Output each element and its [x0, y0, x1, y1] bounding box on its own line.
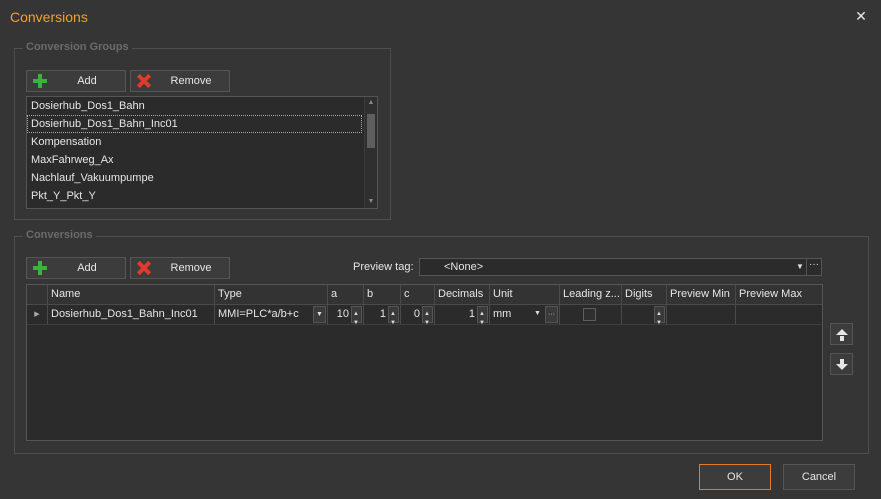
move-down-button[interactable]	[830, 353, 853, 375]
dialog-title: Conversions	[10, 9, 88, 25]
scroll-thumb[interactable]	[367, 114, 375, 148]
cell-type[interactable]: MMI=PLC*a/b+c ▼	[215, 305, 328, 325]
conversion-groups-title: Conversion Groups	[23, 41, 132, 53]
column-header-leading-zeros[interactable]: Leading z...	[560, 285, 622, 305]
cell-c-value: 0	[413, 308, 420, 320]
list-item[interactable]: Dosierhub_Dos1_Bahn_Inc01	[27, 115, 362, 133]
chevron-down-icon[interactable]: ▼	[531, 306, 544, 323]
cell-c[interactable]: 0	[401, 305, 435, 325]
arrow-down-icon	[831, 354, 852, 374]
cell-leading-zeros[interactable]	[560, 305, 622, 325]
preview-tag-label: Preview tag:	[353, 261, 414, 273]
list-item[interactable]: Pkt_Y_Pkt_Y	[27, 187, 377, 205]
remove-conversion-button[interactable]: Remove	[130, 257, 230, 279]
cell-preview-max[interactable]	[736, 305, 822, 325]
remove-x-icon	[135, 260, 153, 276]
preview-tag-combo[interactable]: <None> ▼ ···	[419, 258, 822, 276]
cell-a-value: 10	[336, 308, 349, 320]
column-header-type[interactable]: Type	[215, 285, 328, 305]
ellipsis-icon[interactable]: ···	[545, 306, 558, 323]
chevron-down-icon[interactable]: ▼	[794, 259, 806, 275]
chevron-down-icon[interactable]: ▼	[313, 306, 326, 323]
spinner-icon[interactable]	[388, 305, 399, 324]
cell-unit[interactable]: mm ▼ ···	[490, 305, 560, 325]
conversions-dialog: Conversions ✕ Conversion Groups Add Remo…	[0, 0, 881, 499]
row-indicator-header	[27, 285, 48, 305]
list-item[interactable]: MaxFahrweg_Ax	[27, 151, 377, 169]
column-header-b[interactable]: b	[364, 285, 401, 305]
cell-type-value: MMI=PLC*a/b+c	[218, 308, 299, 320]
column-header-unit[interactable]: Unit	[490, 285, 560, 305]
cell-digits[interactable]	[622, 305, 667, 325]
column-header-decimals[interactable]: Decimals	[435, 285, 490, 305]
list-item[interactable]: Nachlauf_Vakuumpumpe	[27, 169, 377, 187]
preview-tag-value: <None>	[444, 261, 484, 273]
plus-icon	[31, 260, 49, 276]
ellipsis-icon[interactable]: ···	[806, 259, 821, 275]
spinner-icon[interactable]	[351, 305, 362, 324]
conversions-grid[interactable]: Name Type a b c Decimals Unit Leading z.…	[26, 284, 823, 441]
column-header-c[interactable]: c	[401, 285, 435, 305]
ok-button[interactable]: OK	[699, 464, 771, 490]
remove-conversion-label: Remove	[170, 262, 212, 274]
add-conversion-label: Add	[77, 262, 97, 274]
spinner-icon[interactable]	[477, 305, 488, 324]
spinner-icon[interactable]	[654, 305, 665, 324]
move-up-button[interactable]	[830, 323, 853, 345]
cell-preview-min[interactable]	[667, 305, 736, 325]
add-group-button[interactable]: Add	[26, 70, 126, 92]
list-scrollbar[interactable]: ▲ ▼	[364, 97, 377, 208]
remove-group-label: Remove	[170, 75, 212, 87]
add-conversion-button[interactable]: Add	[26, 257, 126, 279]
cell-name[interactable]: Dosierhub_Dos1_Bahn_Inc01	[48, 305, 215, 325]
conversion-groups-list[interactable]: Dosierhub_Dos1_Bahn Dosierhub_Dos1_Bahn_…	[26, 96, 378, 209]
cell-unit-value: mm	[493, 308, 512, 320]
scroll-down-icon[interactable]: ▼	[365, 196, 377, 208]
close-icon[interactable]: ✕	[853, 8, 869, 24]
cell-a[interactable]: 10	[328, 305, 364, 325]
column-header-a[interactable]: a	[328, 285, 364, 305]
cell-decimals[interactable]: 1	[435, 305, 490, 325]
row-indicator-icon[interactable]: ▶	[27, 305, 48, 325]
arrow-up-icon	[831, 324, 852, 344]
scroll-up-icon[interactable]: ▲	[365, 97, 377, 109]
column-header-preview-min[interactable]: Preview Min	[667, 285, 736, 305]
remove-x-icon	[135, 73, 153, 89]
spinner-icon[interactable]	[422, 305, 433, 324]
cancel-button[interactable]: Cancel	[783, 464, 855, 490]
cell-decimals-value: 1	[468, 308, 475, 320]
cell-b[interactable]: 1	[364, 305, 401, 325]
column-header-preview-max[interactable]: Preview Max	[736, 285, 822, 305]
add-group-label: Add	[77, 75, 97, 87]
list-item[interactable]: Dosierhub_Dos1_Bahn	[27, 97, 377, 115]
column-header-digits[interactable]: Digits	[622, 285, 667, 305]
leading-zeros-checkbox[interactable]	[583, 308, 596, 321]
plus-icon	[31, 73, 49, 89]
cell-b-value: 1	[379, 308, 386, 320]
remove-group-button[interactable]: Remove	[130, 70, 230, 92]
conversions-title: Conversions	[23, 229, 96, 241]
list-item[interactable]: Kompensation	[27, 133, 377, 151]
column-header-name[interactable]: Name	[48, 285, 215, 305]
